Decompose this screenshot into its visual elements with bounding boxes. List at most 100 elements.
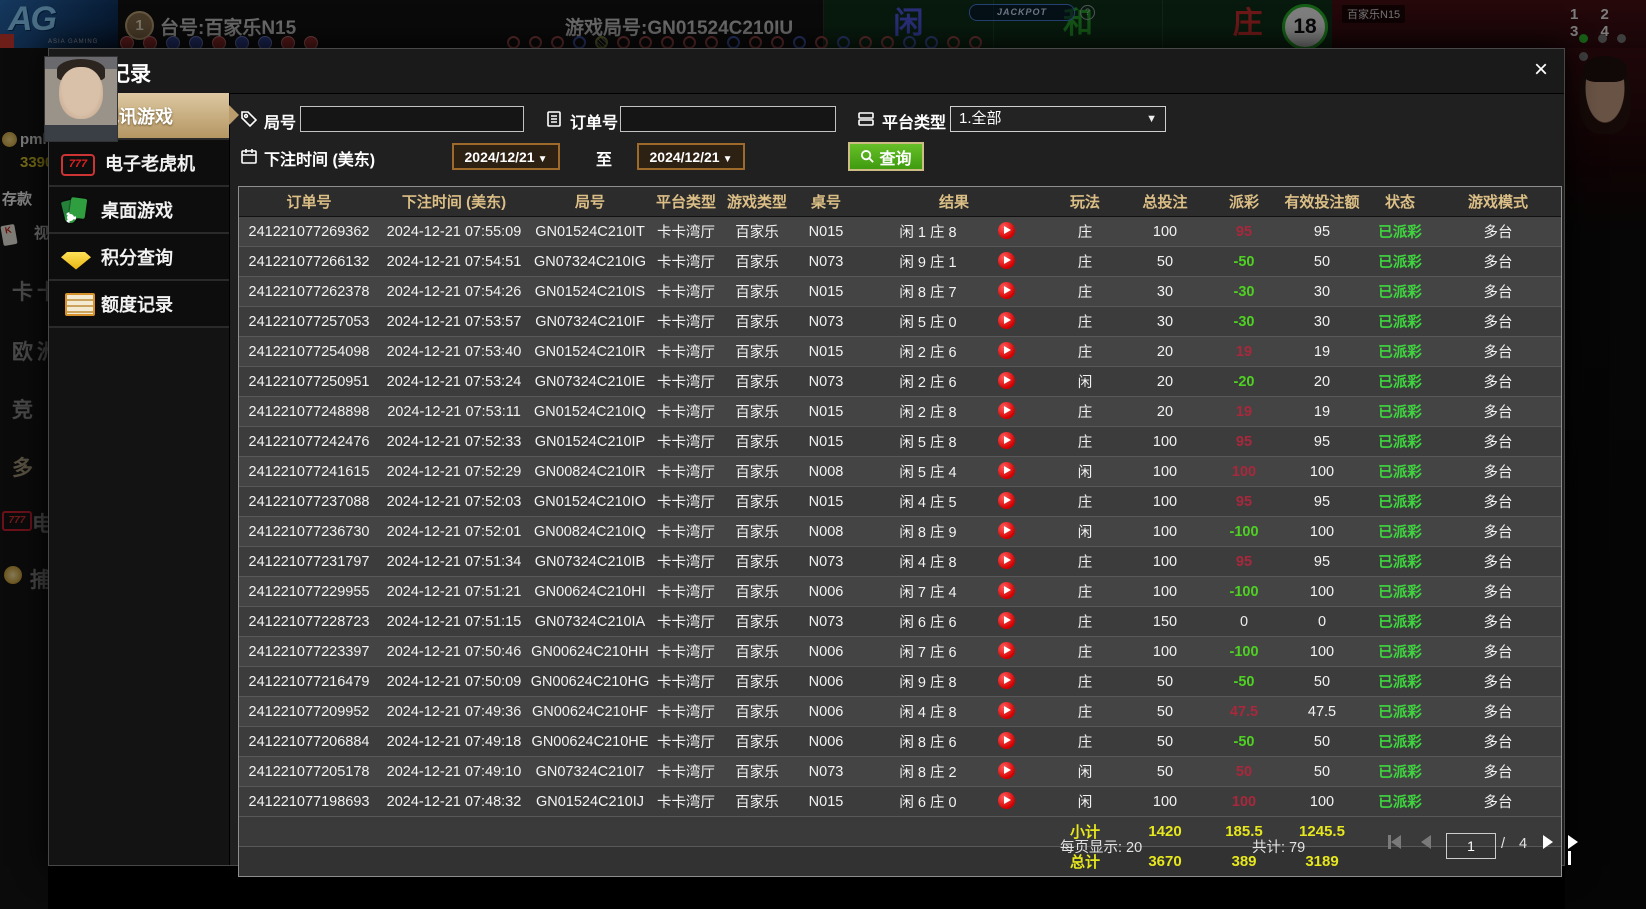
cell-order-id: 241221077209952	[239, 696, 379, 727]
replay-play-icon[interactable]	[998, 432, 1015, 449]
cell-status: 已派彩	[1365, 216, 1435, 247]
cell-platform: 卡卡湾厅	[651, 246, 721, 277]
cell-game-type: 百家乐	[721, 546, 793, 577]
replay-play-icon[interactable]	[998, 792, 1015, 809]
cell-total-bet: 100	[1121, 486, 1209, 517]
cell-bet-time: 2024-12-21 07:53:40	[379, 336, 529, 367]
cell-bet-type: 庄	[1049, 546, 1121, 577]
cell-table-no: N006	[793, 726, 859, 757]
cell-platform: 卡卡湾厅	[651, 756, 721, 787]
replay-play-icon[interactable]	[998, 702, 1015, 719]
cell-platform: 卡卡湾厅	[651, 426, 721, 457]
cell-status: 已派彩	[1365, 546, 1435, 577]
cell-game-type: 百家乐	[721, 246, 793, 277]
cell-result: 闲 7 庄 4	[859, 576, 1049, 607]
cell-payout: 19	[1209, 396, 1279, 427]
cell-table-no: N006	[793, 696, 859, 727]
cell-bet-type: 庄	[1049, 426, 1121, 457]
cell-payout: 95	[1209, 546, 1279, 577]
col-header: 派彩	[1209, 187, 1279, 217]
order-input[interactable]	[620, 106, 836, 132]
replay-play-icon[interactable]	[998, 732, 1015, 749]
cell-result: 闲 6 庄 6	[859, 606, 1049, 637]
cell-round-id: GN01524C210IR	[529, 336, 651, 367]
cell-game-type: 百家乐	[721, 336, 793, 367]
cell-game-type: 百家乐	[721, 756, 793, 787]
cell-order-id: 241221077241615	[239, 456, 379, 487]
cell-total-bet: 20	[1121, 396, 1209, 427]
cell-round-id: GN07324C210IB	[529, 546, 651, 577]
page-number-input[interactable]	[1446, 833, 1496, 859]
cell-status: 已派彩	[1365, 486, 1435, 517]
cell-bet-type: 庄	[1049, 726, 1121, 757]
replay-play-icon[interactable]	[998, 672, 1015, 689]
cell-table-no: N015	[793, 396, 859, 427]
pagination-bar: 每页显示: 20 共计: 79 / 4	[238, 831, 1578, 866]
cell-table-no: N073	[793, 756, 859, 787]
replay-play-icon[interactable]	[998, 372, 1015, 389]
date-from-select[interactable]: 2024/12/21 ▼	[452, 143, 560, 170]
round-filter-label: 局号	[264, 115, 297, 132]
next-page-button[interactable]	[1543, 834, 1553, 850]
sidebar-item-table-games[interactable]: 桌面游戏	[49, 187, 229, 234]
cell-result: 闲 8 庄 6	[859, 726, 1049, 757]
chevron-down-icon: ▼	[537, 154, 548, 165]
page-separator: /	[1501, 836, 1506, 852]
replay-play-icon[interactable]	[998, 762, 1015, 779]
cell-game-type: 百家乐	[721, 456, 793, 487]
sidebar-item-slots[interactable]: 777 电子老虎机	[49, 140, 229, 187]
modal-content: 局号 订单号 平台类型 1.全部 ▼ 下注时间 (美东) 2024/12/21 ▼	[230, 93, 1578, 877]
cell-game-type: 百家乐	[721, 666, 793, 697]
platform-filter-label: 平台类型	[882, 115, 947, 132]
table-row: 241221077248898 2024-12-21 07:53:11 GN0152…	[239, 396, 1561, 427]
cell-payout: 47.5	[1209, 696, 1279, 727]
replay-play-icon[interactable]	[998, 312, 1015, 329]
sidebar-item-label: 桌面游戏	[101, 200, 173, 221]
cell-payout: 95	[1209, 216, 1279, 247]
cell-status: 已派彩	[1365, 336, 1435, 367]
cell-result: 闲 5 庄 4	[859, 456, 1049, 487]
replay-play-icon[interactable]	[998, 612, 1015, 629]
replay-play-icon[interactable]	[998, 282, 1015, 299]
prev-page-button[interactable]	[1421, 834, 1431, 850]
close-icon[interactable]: ×	[1534, 56, 1548, 84]
replay-play-icon[interactable]	[998, 342, 1015, 359]
platform-select[interactable]: 1.全部 ▼	[950, 106, 1166, 132]
cell-status: 已派彩	[1365, 456, 1435, 487]
replay-play-icon[interactable]	[998, 642, 1015, 659]
cell-payout: 50	[1209, 756, 1279, 787]
sidebar-item-quota-records[interactable]: 额度记录	[49, 281, 229, 328]
cell-bet-type: 闲	[1049, 516, 1121, 547]
cell-bet-time: 2024-12-21 07:51:21	[379, 576, 529, 607]
cell-platform: 卡卡湾厅	[651, 576, 721, 607]
cell-status: 已派彩	[1365, 786, 1435, 817]
col-header: 订单号	[239, 187, 379, 217]
replay-play-icon[interactable]	[998, 252, 1015, 269]
table-row: 241221077205178 2024-12-21 07:49:10 GN0732…	[239, 756, 1561, 787]
search-button[interactable]: 查询	[848, 142, 924, 171]
replay-play-icon[interactable]	[998, 552, 1015, 569]
replay-play-icon[interactable]	[998, 462, 1015, 479]
last-page-button[interactable]	[1568, 834, 1578, 866]
cell-total-bet: 100	[1121, 216, 1209, 247]
replay-play-icon[interactable]	[998, 522, 1015, 539]
table-row: 241221077237088 2024-12-21 07:52:03 GN0152…	[239, 486, 1561, 517]
replay-play-icon[interactable]	[998, 222, 1015, 239]
search-icon	[861, 149, 875, 163]
cell-table-no: N015	[793, 216, 859, 247]
slot-777-icon: 777	[61, 153, 95, 176]
table-row: 241221077242476 2024-12-21 07:52:33 GN0152…	[239, 426, 1561, 457]
replay-play-icon[interactable]	[998, 582, 1015, 599]
date-to-select[interactable]: 2024/12/21 ▼	[637, 143, 745, 170]
col-header: 下注时间 (美东)	[379, 187, 529, 217]
replay-play-icon[interactable]	[998, 492, 1015, 509]
sidebar-item-points-query[interactable]: 积分查询	[49, 234, 229, 281]
first-page-button[interactable]	[1388, 834, 1401, 850]
round-input[interactable]	[300, 106, 524, 132]
cell-bet-time: 2024-12-21 07:52:01	[379, 516, 529, 547]
replay-play-icon[interactable]	[998, 402, 1015, 419]
cell-game-mode: 多台	[1435, 636, 1561, 667]
cell-platform: 卡卡湾厅	[651, 696, 721, 727]
platform-list-icon	[857, 110, 875, 128]
cell-result: 闲 8 庄 9	[859, 516, 1049, 547]
